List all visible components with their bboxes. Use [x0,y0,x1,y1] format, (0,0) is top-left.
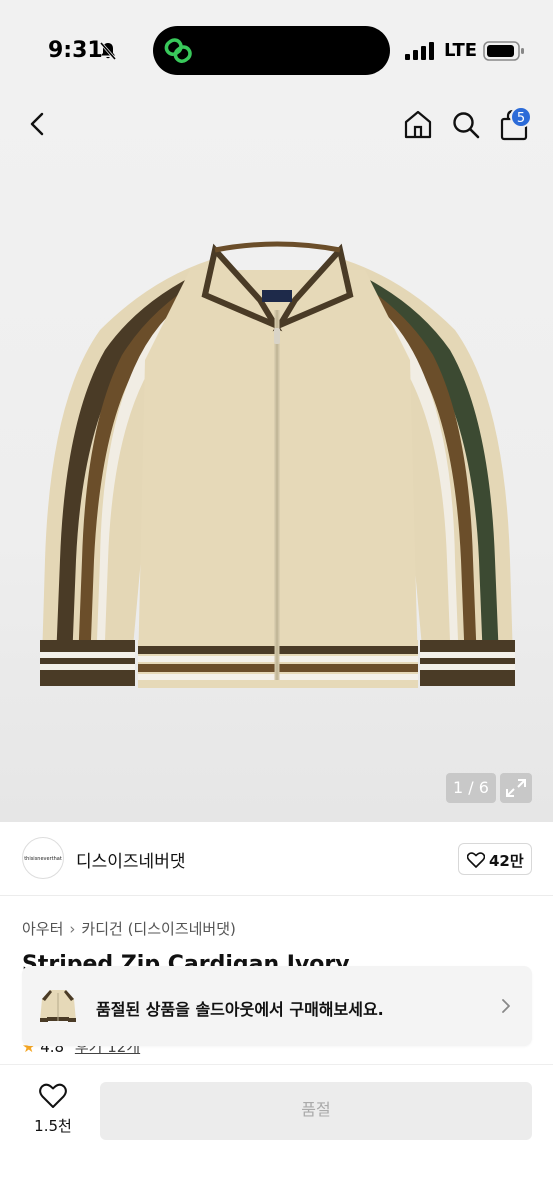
cart-count-badge: 5 [510,106,532,128]
brand-logo[interactable]: thisisneverthat [22,837,64,879]
brand-row[interactable]: thisisneverthat 디스이즈네버댓 42만 [0,822,553,896]
link-icon [164,38,192,63]
brand-like-button[interactable]: 42만 [458,843,532,875]
bell-off-icon [99,42,117,60]
toast-message: 품절된 상품을 솔드아웃에서 구매해보세요. [96,1000,384,1019]
product-thumbnail [40,990,76,1022]
soldout-toast[interactable]: 품절된 상품을 솔드아웃에서 구매해보세요. [22,966,532,1046]
chevron-right-icon [502,999,510,1013]
status-bar: 9:31 LTE [0,0,553,100]
image-counter: 1 / 6 [446,773,496,803]
category-outer[interactable]: 아우터 [22,920,63,938]
status-time: 9:31 [48,38,103,63]
wishlist-count: 1.5천 [34,1117,72,1135]
chevron-right-icon: › [69,920,76,938]
breadcrumb: 아우터 › 카디건 (디스이즈네버댓) [22,918,236,939]
soldout-button[interactable]: 품절 [100,1082,532,1140]
brand-like-count: 42만 [489,852,524,870]
bottom-action-bar: 1.5천 품절 [0,1064,553,1200]
brand-name[interactable]: 디스이즈네버댓 [76,847,185,872]
category-cardigan[interactable]: 카디건 (디스이즈네버댓) [81,920,235,938]
search-icon[interactable] [451,110,481,140]
battery-icon [483,41,524,61]
heart-outline-icon [39,1083,67,1108]
signal-icon [405,42,434,60]
dynamic-island [153,26,390,75]
home-icon[interactable] [402,108,434,140]
network-label: LTE [444,40,478,61]
product-image [40,241,515,688]
back-icon[interactable] [24,110,52,138]
heart-outline-icon [467,852,485,868]
expand-icon[interactable] [500,773,532,803]
wishlist-button[interactable]: 1.5천 [24,1083,82,1143]
